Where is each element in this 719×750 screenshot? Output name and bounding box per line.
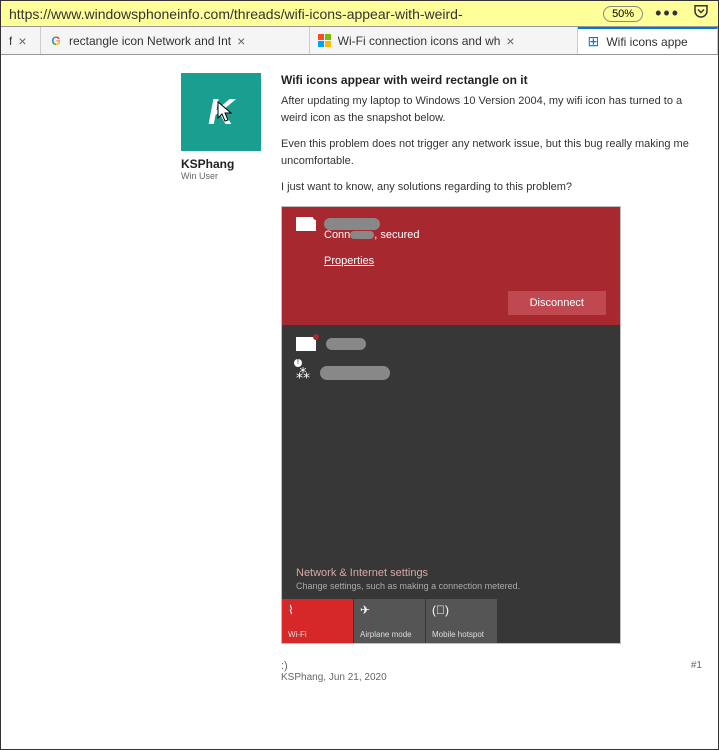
zoom-badge[interactable]: 50% — [603, 6, 643, 22]
user-column: K KSPhang Win User — [181, 55, 281, 749]
tile-hotspot[interactable]: (ﾟ) Mobile hotspot — [426, 599, 498, 643]
post-column: Wifi icons appear with weird rectangle o… — [281, 55, 718, 749]
network-settings-sub: Change settings, such as making a connec… — [282, 579, 620, 599]
post-paragraph: Even this problem does not trigger any n… — [281, 136, 708, 169]
post-number[interactable]: #1 — [691, 660, 702, 683]
wifi-flyout-active: Conn, secured Properties Disconnect — [282, 207, 620, 325]
wifi-icon: ⌇ — [288, 603, 347, 617]
page-content: K KSPhang Win User Wifi icons appear wit… — [1, 55, 718, 749]
close-icon[interactable]: × — [237, 33, 245, 49]
tab-google-search[interactable]: G rectangle icon Network and Int × — [41, 27, 310, 54]
post-smiley: :) — [281, 660, 387, 672]
wifi-flyout-list: ⁂ — [282, 325, 620, 408]
avatar[interactable]: K — [181, 73, 261, 151]
close-icon[interactable]: × — [18, 33, 26, 49]
redacted-ssid — [326, 338, 366, 350]
post-footer-meta[interactable]: KSPhang, Jun 21, 2020 — [281, 672, 387, 683]
pocket-icon[interactable] — [692, 2, 710, 25]
cursor-icon — [217, 101, 235, 123]
post-body: After updating my laptop to Windows 10 V… — [281, 93, 708, 196]
post-paragraph: After updating my laptop to Windows 10 V… — [281, 93, 708, 126]
airplane-icon: ✈ — [360, 603, 419, 617]
url-bar[interactable]: https://www.windowsphoneinfo.com/threads… — [1, 1, 718, 27]
properties-link[interactable]: Properties — [324, 255, 374, 267]
weird-wifi-icon — [296, 337, 316, 351]
url-text[interactable]: https://www.windowsphoneinfo.com/threads… — [9, 6, 595, 22]
google-icon: G — [49, 34, 63, 48]
hotspot-icon: (ﾟ) — [432, 603, 491, 617]
wifi-warning-icon: ⁂ — [296, 365, 310, 382]
tab-strip: f × G rectangle icon Network and Int × W… — [1, 27, 718, 55]
tab-truncated[interactable]: f × — [1, 27, 41, 54]
menu-dots-icon[interactable]: ••• — [655, 3, 680, 24]
tile-wifi[interactable]: ⌇ Wi-Fi — [282, 599, 354, 643]
post-paragraph: I just want to know, any solutions regar… — [281, 179, 708, 196]
tile-airplane[interactable]: ✈ Airplane mode — [354, 599, 426, 643]
user-title: Win User — [181, 171, 281, 181]
post-title: Wifi icons appear with weird rectangle o… — [281, 73, 708, 87]
redacted-ssid — [320, 366, 390, 380]
connection-status: Conn, secured — [324, 229, 606, 241]
windows-icon: ⊞ — [586, 35, 600, 49]
tab-wifi-icons[interactable]: ⊞ Wifi icons appe — [578, 27, 718, 54]
disconnect-button[interactable]: Disconnect — [508, 291, 606, 315]
weird-wifi-icon — [296, 217, 316, 231]
microsoft-icon — [318, 34, 332, 48]
close-icon[interactable]: × — [506, 33, 514, 49]
tab-microsoft[interactable]: Wi-Fi connection icons and wh × — [310, 27, 579, 54]
embedded-screenshot[interactable]: Conn, secured Properties Disconnect ⁂ Ne… — [281, 206, 621, 644]
network-settings-link[interactable]: Network & Internet settings — [282, 567, 620, 579]
username[interactable]: KSPhang — [181, 157, 281, 171]
quick-action-tiles: ⌇ Wi-Fi ✈ Airplane mode (ﾟ) Mobile hotsp… — [282, 599, 620, 643]
